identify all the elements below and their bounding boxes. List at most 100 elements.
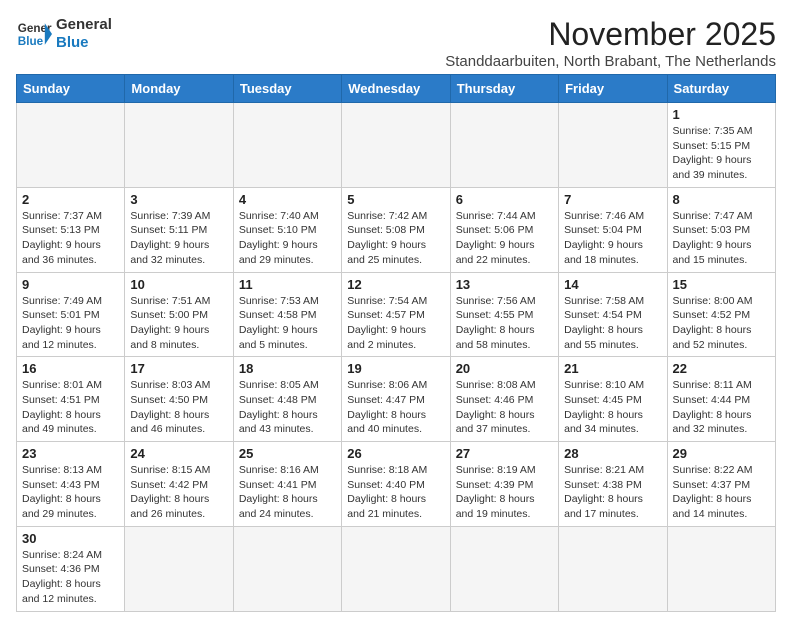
day-info: Sunrise: 8:05 AM Sunset: 4:48 PM Dayligh… (239, 378, 336, 437)
calendar-cell: 30Sunrise: 8:24 AM Sunset: 4:36 PM Dayli… (17, 526, 125, 611)
day-number: 5 (347, 192, 444, 207)
calendar-cell: 5 Sunrise: 7:42 AM Sunset: 5:08 PM Daylig… (342, 187, 450, 272)
day-number: 21 (564, 361, 661, 376)
day-info: Sunrise: 7:42 AM Sunset: 5:08 PM Dayligh… (347, 209, 444, 268)
day-number: 26 (347, 446, 444, 461)
calendar-cell: 1 Sunrise: 7:35 AM Sunset: 5:15 PM Daylig… (667, 103, 775, 188)
calendar-cell: 23 Sunrise: 8:13 AM Sunset: 4:43 PM Dayli… (17, 442, 125, 527)
calendar-cell: 4Sunrise: 7:40 AM Sunset: 5:10 PM Daylig… (233, 187, 341, 272)
day-info: Sunrise: 8:19 AM Sunset: 4:39 PM Dayligh… (456, 463, 553, 522)
day-info: Sunrise: 8:06 AM Sunset: 4:47 PM Dayligh… (347, 378, 444, 437)
day-number: 6 (456, 192, 553, 207)
calendar-cell: 11 Sunrise: 7:53 AM Sunset: 4:58 PM Dayli… (233, 272, 341, 357)
calendar-cell (233, 526, 341, 611)
day-number: 10 (130, 277, 227, 292)
day-info: Sunrise: 7:51 AM Sunset: 5:00 PM Dayligh… (130, 294, 227, 353)
day-number: 14 (564, 277, 661, 292)
calendar-week-row: 16 Sunrise: 8:01 AM Sunset: 4:51 PM Dayli… (17, 357, 776, 442)
day-number: 25 (239, 446, 336, 461)
calendar-cell: 9Sunrise: 7:49 AM Sunset: 5:01 PM Daylig… (17, 272, 125, 357)
location-subtitle: Standdaarbuiten, North Brabant, The Neth… (445, 53, 776, 70)
day-number: 12 (347, 277, 444, 292)
day-info: Sunrise: 8:03 AM Sunset: 4:50 PM Dayligh… (130, 378, 227, 437)
day-number: 23 (22, 446, 119, 461)
calendar-week-row: 30Sunrise: 8:24 AM Sunset: 4:36 PM Dayli… (17, 526, 776, 611)
weekday-header: Thursday (450, 75, 558, 103)
calendar-cell (17, 103, 125, 188)
day-number: 30 (22, 531, 119, 546)
day-info: Sunrise: 8:16 AM Sunset: 4:41 PM Dayligh… (239, 463, 336, 522)
day-info: Sunrise: 7:46 AM Sunset: 5:04 PM Dayligh… (564, 209, 661, 268)
day-info: Sunrise: 7:47 AM Sunset: 5:03 PM Dayligh… (673, 209, 770, 268)
calendar-week-row: 1 Sunrise: 7:35 AM Sunset: 5:15 PM Daylig… (17, 103, 776, 188)
calendar-cell: 22 Sunrise: 8:11 AM Sunset: 4:44 PM Dayli… (667, 357, 775, 442)
day-info: Sunrise: 7:53 AM Sunset: 4:58 PM Dayligh… (239, 294, 336, 353)
page-header: General Blue General Blue November 2025 … (16, 16, 776, 70)
month-title: November 2025 (445, 16, 776, 53)
calendar-cell (667, 526, 775, 611)
logo-blue-text: Blue (56, 34, 112, 52)
day-info: Sunrise: 7:44 AM Sunset: 5:06 PM Dayligh… (456, 209, 553, 268)
day-number: 1 (673, 107, 770, 122)
day-number: 13 (456, 277, 553, 292)
calendar-cell: 13Sunrise: 7:56 AM Sunset: 4:55 PM Dayli… (450, 272, 558, 357)
calendar-cell: 3Sunrise: 7:39 AM Sunset: 5:11 PM Daylig… (125, 187, 233, 272)
day-info: Sunrise: 7:58 AM Sunset: 4:54 PM Dayligh… (564, 294, 661, 353)
calendar-table: SundayMondayTuesdayWednesdayThursdayFrid… (16, 74, 776, 612)
day-info: Sunrise: 8:15 AM Sunset: 4:42 PM Dayligh… (130, 463, 227, 522)
day-info: Sunrise: 7:40 AM Sunset: 5:10 PM Dayligh… (239, 209, 336, 268)
day-info: Sunrise: 8:10 AM Sunset: 4:45 PM Dayligh… (564, 378, 661, 437)
calendar-cell: 10 Sunrise: 7:51 AM Sunset: 5:00 PM Dayli… (125, 272, 233, 357)
day-info: Sunrise: 7:54 AM Sunset: 4:57 PM Dayligh… (347, 294, 444, 353)
weekday-header: Saturday (667, 75, 775, 103)
day-info: Sunrise: 8:11 AM Sunset: 4:44 PM Dayligh… (673, 378, 770, 437)
day-number: 22 (673, 361, 770, 376)
calendar-cell: 15 Sunrise: 8:00 AM Sunset: 4:52 PM Dayli… (667, 272, 775, 357)
day-number: 9 (22, 277, 119, 292)
day-info: Sunrise: 8:00 AM Sunset: 4:52 PM Dayligh… (673, 294, 770, 353)
calendar-cell: 27Sunrise: 8:19 AM Sunset: 4:39 PM Dayli… (450, 442, 558, 527)
calendar-cell: 21 Sunrise: 8:10 AM Sunset: 4:45 PM Dayli… (559, 357, 667, 442)
day-number: 8 (673, 192, 770, 207)
day-number: 11 (239, 277, 336, 292)
weekday-header-row: SundayMondayTuesdayWednesdayThursdayFrid… (17, 75, 776, 103)
calendar-cell (450, 526, 558, 611)
calendar-cell: 24Sunrise: 8:15 AM Sunset: 4:42 PM Dayli… (125, 442, 233, 527)
day-info: Sunrise: 7:37 AM Sunset: 5:13 PM Dayligh… (22, 209, 119, 268)
title-block: November 2025 Standdaarbuiten, North Bra… (445, 16, 776, 70)
weekday-header: Sunday (17, 75, 125, 103)
weekday-header: Monday (125, 75, 233, 103)
calendar-cell: 18Sunrise: 8:05 AM Sunset: 4:48 PM Dayli… (233, 357, 341, 442)
day-info: Sunrise: 8:18 AM Sunset: 4:40 PM Dayligh… (347, 463, 444, 522)
calendar-cell: 20Sunrise: 8:08 AM Sunset: 4:46 PM Dayli… (450, 357, 558, 442)
weekday-header: Tuesday (233, 75, 341, 103)
calendar-cell (559, 526, 667, 611)
day-info: Sunrise: 7:35 AM Sunset: 5:15 PM Dayligh… (673, 124, 770, 183)
day-number: 2 (22, 192, 119, 207)
day-info: Sunrise: 8:01 AM Sunset: 4:51 PM Dayligh… (22, 378, 119, 437)
calendar-cell: 16 Sunrise: 8:01 AM Sunset: 4:51 PM Dayli… (17, 357, 125, 442)
weekday-header: Wednesday (342, 75, 450, 103)
weekday-header: Friday (559, 75, 667, 103)
calendar-cell (125, 526, 233, 611)
day-info: Sunrise: 8:22 AM Sunset: 4:37 PM Dayligh… (673, 463, 770, 522)
calendar-week-row: 23 Sunrise: 8:13 AM Sunset: 4:43 PM Dayli… (17, 442, 776, 527)
logo: General Blue General Blue (16, 16, 112, 52)
calendar-cell: 19 Sunrise: 8:06 AM Sunset: 4:47 PM Dayli… (342, 357, 450, 442)
calendar-cell: 29 Sunrise: 8:22 AM Sunset: 4:37 PM Dayli… (667, 442, 775, 527)
calendar-cell: 14 Sunrise: 7:58 AM Sunset: 4:54 PM Dayli… (559, 272, 667, 357)
day-info: Sunrise: 8:08 AM Sunset: 4:46 PM Dayligh… (456, 378, 553, 437)
day-info: Sunrise: 8:13 AM Sunset: 4:43 PM Dayligh… (22, 463, 119, 522)
day-number: 19 (347, 361, 444, 376)
calendar-cell: 7Sunrise: 7:46 AM Sunset: 5:04 PM Daylig… (559, 187, 667, 272)
day-number: 3 (130, 192, 227, 207)
calendar-cell (559, 103, 667, 188)
calendar-cell: 17 Sunrise: 8:03 AM Sunset: 4:50 PM Dayli… (125, 357, 233, 442)
calendar-cell: 2 Sunrise: 7:37 AM Sunset: 5:13 PM Daylig… (17, 187, 125, 272)
day-number: 29 (673, 446, 770, 461)
day-number: 15 (673, 277, 770, 292)
calendar-cell (125, 103, 233, 188)
day-number: 16 (22, 361, 119, 376)
day-number: 17 (130, 361, 227, 376)
calendar-week-row: 9Sunrise: 7:49 AM Sunset: 5:01 PM Daylig… (17, 272, 776, 357)
